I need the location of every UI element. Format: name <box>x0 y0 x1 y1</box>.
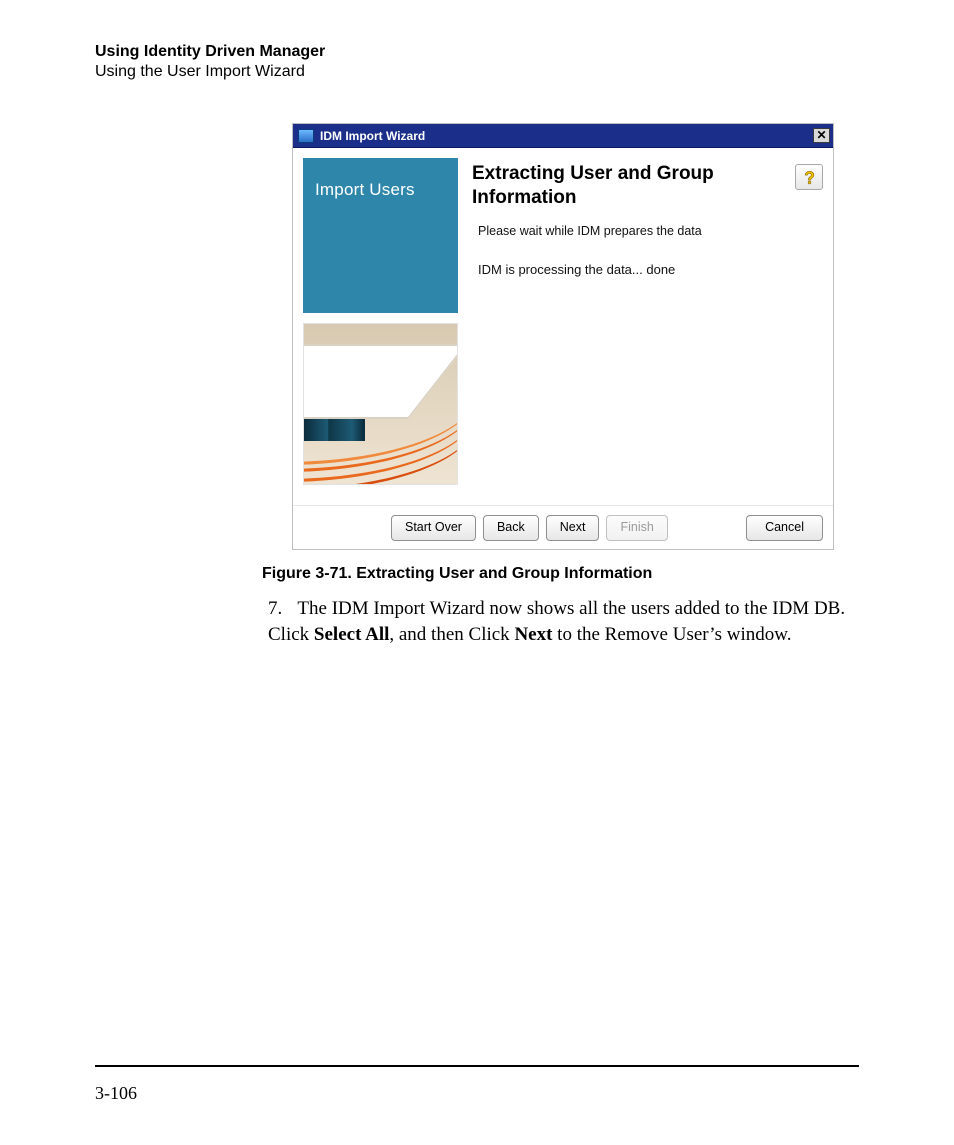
section-title: Using the User Import Wizard <box>95 62 325 82</box>
app-icon <box>298 129 314 143</box>
footer-rule <box>95 1065 859 1067</box>
wizard-status: IDM is processing the data... done <box>478 262 823 277</box>
figure-caption: Figure 3-71. Extracting User and Group I… <box>262 565 652 583</box>
step-bold-2: Next <box>514 624 552 645</box>
cancel-button[interactable]: Cancel <box>746 515 823 541</box>
start-over-button[interactable]: Start Over <box>391 515 476 541</box>
wizard-sidebar-title: Import Users <box>303 158 458 313</box>
decorative-image <box>303 323 458 485</box>
step-text-2: , and then Click <box>389 624 514 645</box>
wizard-subtext: Please wait while IDM prepares the data <box>478 224 823 238</box>
help-button[interactable] <box>795 164 823 190</box>
step-text-3: to the Remove User’s window. <box>552 624 791 645</box>
step-7: 7. The IDM Import Wizard now shows all t… <box>268 596 859 647</box>
finish-button: Finish <box>606 515 667 541</box>
page-header: Using Identity Driven Manager Using the … <box>95 42 325 82</box>
close-icon[interactable]: ✕ <box>813 128 830 143</box>
wizard-page-title: Extracting User and Group Information <box>472 162 727 210</box>
page-number: 3-106 <box>95 1083 137 1104</box>
wizard-window: IDM Import Wizard ✕ Import Users <box>293 124 833 549</box>
chapter-title: Using Identity Driven Manager <box>95 42 325 62</box>
window-title-text: IDM Import Wizard <box>320 129 425 143</box>
wizard-button-bar: Start Over Back Next Finish Cancel <box>293 505 833 549</box>
window-titlebar: IDM Import Wizard ✕ <box>293 124 833 148</box>
step-number: 7. <box>268 596 293 622</box>
back-button[interactable]: Back <box>483 515 539 541</box>
help-icon <box>802 169 817 186</box>
next-button[interactable]: Next <box>546 515 600 541</box>
step-bold-1: Select All <box>314 624 389 645</box>
